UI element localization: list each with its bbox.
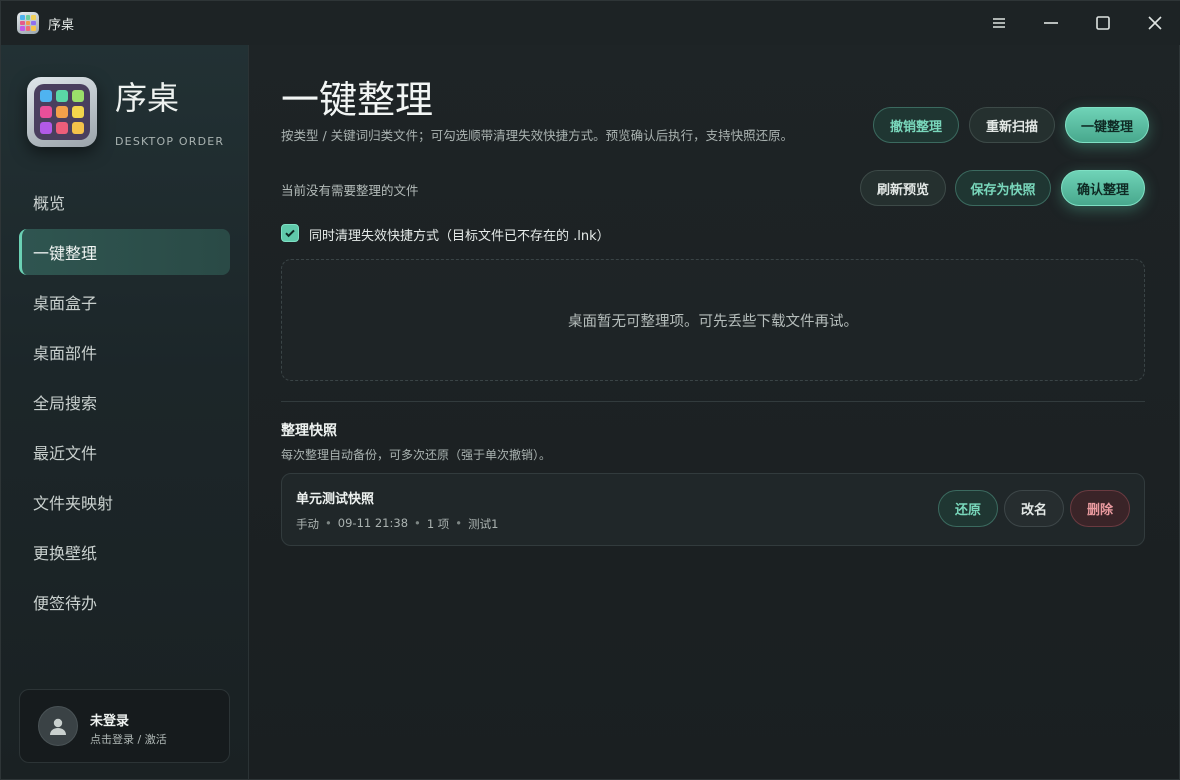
snapshot-name: 单元测试快照 [296,492,375,507]
main-content: 一键整理 按类型 / 关键词归类文件；可勾选顺带清理失效快捷方式。预览确认后执行… [249,45,1179,779]
clean-shortcuts-label[interactable]: 同时清理失效快捷方式（目标文件已不存在的 .lnk） [309,225,610,244]
organize-button[interactable]: 一键整理 [1065,107,1149,143]
sidebar-item-sticky-notes[interactable]: 便签待办 [19,579,230,625]
sidebar-item-folder-mapping[interactable]: 文件夹映射 [19,479,230,525]
sidebar-item-global-search[interactable]: 全局搜索 [19,379,230,425]
sidebar-item-overview[interactable]: 概览 [19,179,230,225]
snapshot-mode: 手动 [296,517,319,531]
sidebar: 序桌 DESKTOP ORDER 概览 一键整理 桌面盒子 桌面部件 全局搜索 … [1,45,249,779]
rename-snapshot-button[interactable]: 改名 [1004,490,1064,527]
sidebar-item-desktop-widgets[interactable]: 桌面部件 [19,329,230,375]
snapshot-time: 09-11 21:38 [337,516,409,530]
snapshots-title: 整理快照 [281,423,337,439]
status-text: 当前没有需要整理的文件 [281,183,419,198]
user-login-hint: 点击登录 / 激活 [90,733,167,746]
undo-organize-button[interactable]: 撤销整理 [873,107,959,143]
page-description: 按类型 / 关键词归类文件；可勾选顺带清理失效快捷方式。预览确认后执行，支持快照… [281,128,794,143]
confirm-organize-button[interactable]: 确认整理 [1061,170,1145,206]
brand-name: 序桌 [115,79,180,117]
user-card[interactable]: 未登录 点击登录 / 激活 [19,689,230,763]
refresh-preview-button[interactable]: 刷新预览 [860,170,946,206]
brand-logo-icon [27,77,97,147]
user-icon [50,718,66,735]
title-bar[interactable]: 序桌 [1,1,1180,45]
preview-empty-state: 桌面暂无可整理项。可先丢些下载文件再试。 [281,259,1145,381]
clean-shortcuts-checkbox[interactable] [281,224,299,242]
app-logo-icon [17,12,39,34]
meta-separator: • [455,516,463,530]
checkmark-icon [285,229,295,238]
delete-snapshot-button[interactable]: 删除 [1070,490,1130,527]
app-window: 序桌 序桌 DESKTOP ORDER 概览 一键整理 桌面盒子 桌面部件 全局… [0,0,1180,780]
snapshots-description: 每次整理自动备份，可多次还原（强于单次撤销）。 [281,448,552,462]
snapshot-meta: 手动 • 09-11 21:38 • 1 项 • 测试1 [296,516,498,532]
divider [281,401,1145,402]
restore-snapshot-button[interactable]: 还原 [938,490,998,527]
avatar [38,706,78,746]
sidebar-item-organize[interactable]: 一键整理 [19,229,230,275]
meta-separator: • [414,516,421,530]
sidebar-nav: 概览 一键整理 桌面盒子 桌面部件 全局搜索 最近文件 文件夹映射 更换壁纸 便… [19,179,230,629]
rescan-button[interactable]: 重新扫描 [969,107,1055,143]
window-title: 序桌 [48,18,75,33]
meta-separator: • [325,516,332,530]
menu-icon[interactable] [985,9,1013,37]
maximize-icon[interactable] [1089,9,1117,37]
brand-subtitle: DESKTOP ORDER [115,135,225,148]
save-snapshot-button[interactable]: 保存为快照 [955,170,1051,206]
empty-message: 桌面暂无可整理项。可先丢些下载文件再试。 [568,313,858,330]
page-title: 一键整理 [281,78,434,122]
sidebar-item-desktop-box[interactable]: 桌面盒子 [19,279,230,325]
sidebar-item-wallpaper[interactable]: 更换壁纸 [19,529,230,575]
minimize-icon[interactable] [1037,9,1065,37]
snapshot-count: 1 项 [426,517,450,531]
close-icon[interactable] [1141,9,1169,37]
sidebar-item-recent-files[interactable]: 最近文件 [19,429,230,475]
snapshot-note: 测试1 [468,517,499,531]
user-name: 未登录 [90,714,130,729]
snapshot-card: 单元测试快照 手动 • 09-11 21:38 • 1 项 • 测试1 还原 改… [281,473,1145,546]
